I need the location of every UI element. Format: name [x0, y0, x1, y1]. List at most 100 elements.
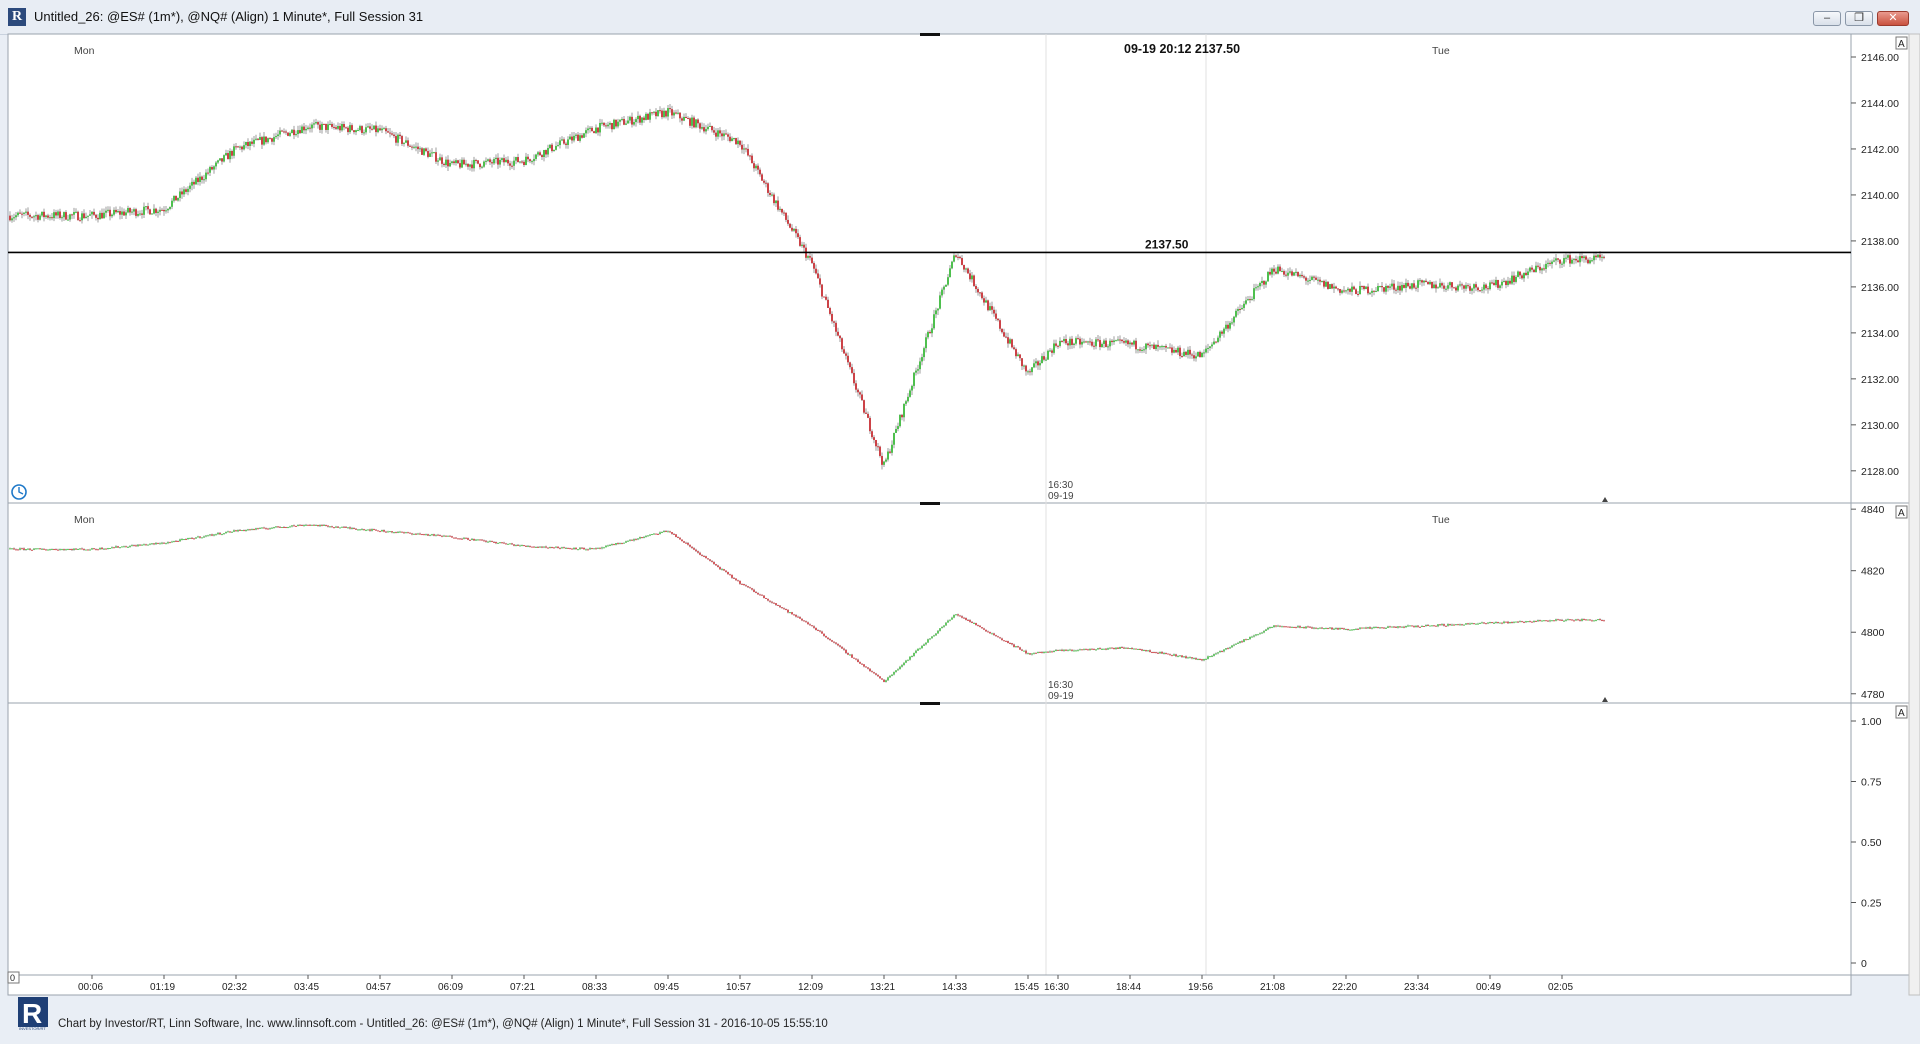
- candle-body: [675, 112, 677, 114]
- candle-body: [1437, 287, 1439, 289]
- candle-body: [1223, 328, 1225, 334]
- candle-body: [1581, 619, 1583, 621]
- candle-body: [289, 133, 291, 136]
- candle-body: [1079, 338, 1081, 345]
- candle-body: [1481, 289, 1483, 291]
- candle-body: [431, 534, 433, 536]
- candle-body: [485, 540, 487, 542]
- candle-body: [379, 128, 381, 131]
- x-tick-label: 22:20: [1332, 982, 1357, 993]
- candle-body: [1007, 641, 1009, 643]
- candle-body: [1089, 341, 1091, 343]
- candle-body: [1035, 652, 1037, 654]
- candle-body: [411, 146, 413, 148]
- candle-body: [697, 551, 699, 553]
- candle-body: [93, 211, 95, 215]
- candle-body: [1233, 644, 1235, 646]
- candle-body: [445, 159, 447, 166]
- candle-body: [155, 542, 157, 545]
- candle-body: [25, 549, 27, 551]
- candle-body: [723, 569, 725, 571]
- candle-body: [1031, 653, 1033, 655]
- candle-body: [221, 533, 223, 535]
- candle-body: [69, 214, 71, 220]
- chart-area[interactable]: 2128.00 2130.00 2132.00 2134.00 2136.00 2138.…: [0, 0, 1920, 1039]
- candle-body: [861, 663, 863, 665]
- candle-body: [355, 130, 357, 133]
- candle-body: [769, 600, 771, 602]
- autoscale-toggle-1[interactable]: A: [1895, 36, 1908, 50]
- candle-body: [993, 309, 995, 314]
- candle-body: [819, 278, 821, 285]
- candle-body: [1235, 643, 1237, 645]
- x-tick-label: 04:57: [366, 982, 391, 993]
- candle-body: [1141, 349, 1143, 351]
- candle-body: [1597, 254, 1599, 258]
- candle-body: [615, 119, 617, 127]
- candle-body: [781, 607, 783, 609]
- candle-body: [881, 678, 883, 680]
- candle-body: [1205, 658, 1207, 660]
- candle-body: [667, 108, 669, 117]
- candle-body: [1503, 621, 1505, 624]
- candle-body: [1209, 346, 1211, 348]
- candle-body: [715, 564, 717, 566]
- candle-body: [1077, 338, 1079, 340]
- candle-body: [497, 157, 499, 165]
- candle-body: [1107, 346, 1109, 348]
- candle-body: [1263, 281, 1265, 285]
- candle-body: [559, 548, 561, 550]
- candle-body: [31, 549, 33, 551]
- chart-svg[interactable]: 2128.002130.002132.002134.002136.002138.…: [0, 0, 1920, 1039]
- candle-body: [1071, 649, 1073, 651]
- candle-body: [751, 155, 753, 164]
- candle-body: [223, 155, 225, 162]
- candle-body: [605, 125, 607, 127]
- candle-body: [1083, 648, 1085, 650]
- candle-body: [1523, 272, 1525, 279]
- candle-body: [297, 524, 299, 527]
- candle-body: [35, 548, 37, 550]
- candle-body: [1193, 355, 1195, 359]
- candle-body: [1413, 283, 1415, 288]
- candle-body: [265, 528, 267, 530]
- candle-body: [195, 537, 197, 539]
- candle-body: [1365, 627, 1367, 629]
- candle-body: [39, 548, 41, 550]
- candle-body: [1063, 339, 1065, 342]
- candle-body: [999, 320, 1001, 329]
- candle-body: [79, 220, 81, 222]
- candle-body: [737, 580, 739, 582]
- candle-body: [1209, 656, 1211, 658]
- candle-body: [1291, 271, 1293, 276]
- candle-body: [1087, 649, 1089, 651]
- candle-body: [1221, 651, 1223, 653]
- candle-body: [1151, 652, 1153, 654]
- candle-body: [767, 598, 769, 601]
- candle-body: [433, 152, 435, 154]
- candle-body: [1495, 621, 1497, 623]
- candle-body: [405, 532, 407, 534]
- x-axis-zero-box[interactable]: 0: [7, 971, 20, 984]
- candle-body: [1109, 647, 1111, 649]
- candle-body: [91, 548, 93, 550]
- candle-body: [283, 131, 285, 133]
- candle-body: [687, 542, 689, 545]
- candle-body: [1309, 626, 1311, 628]
- candle-body: [97, 549, 99, 551]
- candle-body: [887, 677, 889, 681]
- panel-split-marker-3: [920, 702, 940, 705]
- candle-body: [1187, 657, 1189, 659]
- candle-body: [597, 547, 599, 549]
- autoscale-toggle-2[interactable]: A: [1895, 505, 1908, 519]
- candle-body: [613, 544, 615, 546]
- candle-body: [1583, 619, 1585, 621]
- clock-icon[interactable]: [11, 484, 27, 500]
- candle-body: [1521, 621, 1523, 623]
- autoscale-toggle-3[interactable]: A: [1895, 705, 1908, 719]
- candle-body: [783, 608, 785, 610]
- candle-body: [359, 126, 361, 131]
- candle-body: [1399, 285, 1401, 291]
- candle-body: [753, 589, 755, 592]
- candle-body: [419, 148, 421, 150]
